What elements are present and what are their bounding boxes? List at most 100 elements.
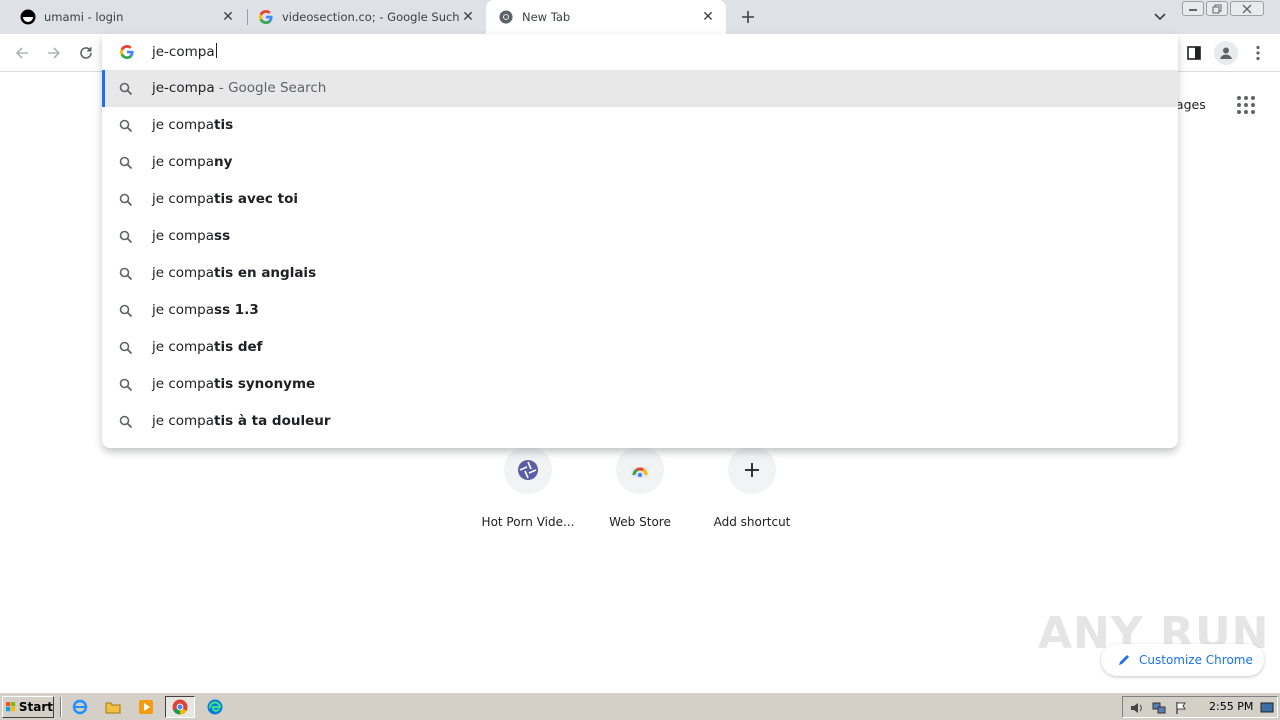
umami-favicon: [20, 9, 36, 25]
pencil-icon: [1119, 655, 1129, 665]
screen: umami - login ✕ videosection.co; - Googl…: [0, 0, 1280, 720]
tab-strip: umami - login ✕ videosection.co; - Googl…: [0, 0, 1280, 34]
customize-chrome-button[interactable]: Customize Chrome: [1101, 644, 1264, 676]
omnibox-input[interactable]: je-compa: [152, 43, 217, 60]
plus-icon: [728, 446, 776, 494]
close-icon[interactable]: ✕: [220, 9, 236, 25]
minimize-button[interactable]: [1182, 1, 1204, 16]
suggestion-typed: je compa: [152, 413, 215, 429]
restore-button[interactable]: [1206, 1, 1228, 16]
web-store-icon: [616, 446, 664, 494]
tab-umami[interactable]: umami - login ✕: [0, 0, 246, 34]
show-desktop-icon[interactable]: [1259, 700, 1275, 716]
shortcut-tile[interactable]: Hot Porn Vide...: [472, 446, 584, 529]
suggestion-text: je compatis à ta douleur: [152, 413, 331, 429]
chrome-menu-button[interactable]: [1248, 41, 1268, 65]
minimize-icon: [1189, 8, 1197, 11]
aperture-icon: [504, 446, 552, 494]
person-icon: [1220, 47, 1232, 59]
restore-icon: [1212, 4, 1222, 13]
side-panel-icon: [1187, 46, 1201, 60]
clock[interactable]: 2:55 PM: [1209, 700, 1253, 713]
omnibox-suggestion[interactable]: je compatis def: [102, 329, 1178, 366]
close-window-button[interactable]: [1230, 1, 1264, 16]
volume-icon[interactable]: [1129, 700, 1145, 716]
shortcut-tile[interactable]: Add shortcut: [696, 446, 808, 529]
customize-label: Customize Chrome: [1139, 653, 1253, 667]
side-panel-button[interactable]: [1182, 41, 1206, 65]
omnibox[interactable]: je-compa: [102, 34, 1178, 70]
omnibox-suggestion[interactable]: je compass 1.3: [102, 292, 1178, 329]
omnibox-suggestion[interactable]: je-compa - Google Search: [102, 70, 1178, 107]
google-apps-icon[interactable]: [1237, 96, 1255, 114]
omnibox-suggestion[interactable]: je compatis à ta douleur: [102, 403, 1178, 440]
suggestion-text: je compatis en anglais: [152, 265, 316, 281]
shortcut-label: Web Store: [609, 515, 671, 529]
tab-title: videosection.co; - Google Suche: [282, 10, 460, 24]
chrome-favicon: [498, 9, 514, 25]
suggestion-typed: je compa: [152, 154, 215, 170]
chevron-down-icon: [1154, 13, 1166, 21]
omnibox-suggestion[interactable]: je compass: [102, 218, 1178, 255]
omnibox-suggestion[interactable]: je compatis: [102, 107, 1178, 144]
flag-icon[interactable]: [1173, 700, 1189, 716]
suggestion-typed: je compa: [152, 117, 215, 133]
omnibox-suggestion[interactable]: je compatis synonyme: [102, 366, 1178, 403]
suggestion-text: je compass 1.3: [152, 302, 259, 318]
suggestion-completion: tis: [214, 117, 234, 133]
suggestion-text: je-compa - Google Search: [152, 80, 326, 96]
tab-google-suche[interactable]: videosection.co; - Google Suche ✕: [238, 0, 486, 34]
close-icon[interactable]: ✕: [700, 9, 716, 25]
back-button[interactable]: [10, 41, 34, 65]
suggestion-completion: ss 1.3: [214, 302, 259, 318]
start-label: Start: [18, 700, 53, 714]
plus-icon: [742, 11, 754, 23]
media-player-icon[interactable]: [137, 698, 155, 716]
tab-search-button[interactable]: [1150, 7, 1170, 27]
new-tab-button[interactable]: [737, 6, 759, 28]
omnibox-suggestion[interactable]: je company: [102, 144, 1178, 181]
suggestion-completion: tis def: [214, 339, 263, 355]
omnibox-input-text: je-compa: [152, 44, 215, 60]
suggestion-text: je compatis synonyme: [152, 376, 315, 392]
close-icon: [1242, 4, 1252, 13]
text-caret: [215, 43, 217, 58]
suggestion-typed: je compa: [152, 339, 215, 355]
ie-icon[interactable]: [71, 698, 89, 716]
suggestion-typed: je compa: [152, 228, 215, 244]
omnibox-popup: je-compa je-compa - Google Search je comp…: [102, 34, 1178, 448]
suggestion-typed: je compa: [152, 376, 215, 392]
folder-icon[interactable]: [104, 698, 122, 716]
suggestion-list: je-compa - Google Search je compatis je co…: [102, 70, 1178, 440]
search-icon: [119, 229, 133, 244]
tab-new-tab[interactable]: New Tab ✕: [486, 0, 726, 34]
windows-taskbar: Start 2:55 PM: [0, 692, 1280, 720]
search-icon: [119, 340, 133, 355]
close-icon[interactable]: ✕: [460, 9, 476, 25]
windows-logo-icon: [6, 702, 16, 712]
forward-button[interactable]: [42, 41, 66, 65]
search-icon: [119, 266, 133, 281]
suggestion-completion: tis en anglais: [214, 265, 317, 281]
suggestion-completion: tis avec toi: [214, 191, 298, 207]
suggestion-completion: ss: [214, 228, 231, 244]
profile-button[interactable]: [1214, 41, 1238, 65]
search-icon: [119, 303, 133, 318]
suggestion-text: je compatis def: [152, 339, 263, 355]
shortcut-tile[interactable]: Web Store: [584, 446, 696, 529]
search-icon: [119, 118, 133, 133]
omnibox-suggestion[interactable]: je compatis en anglais: [102, 255, 1178, 292]
suggestion-typed: je-compa: [152, 80, 215, 96]
reload-button[interactable]: [74, 41, 98, 65]
chrome-taskbar-icon[interactable]: [165, 696, 195, 718]
start-button[interactable]: Start: [2, 696, 54, 718]
google-favicon: [258, 9, 274, 25]
network-icon[interactable]: [1151, 700, 1167, 716]
google-g-icon: [120, 44, 136, 60]
edge-icon[interactable]: [206, 698, 224, 716]
reload-icon: [80, 47, 92, 59]
arrow-right-icon: [48, 47, 61, 59]
suggestion-completion: tis synonyme: [214, 376, 316, 392]
suggestion-text: je compass: [152, 228, 230, 244]
omnibox-suggestion[interactable]: je compatis avec toi: [102, 181, 1178, 218]
